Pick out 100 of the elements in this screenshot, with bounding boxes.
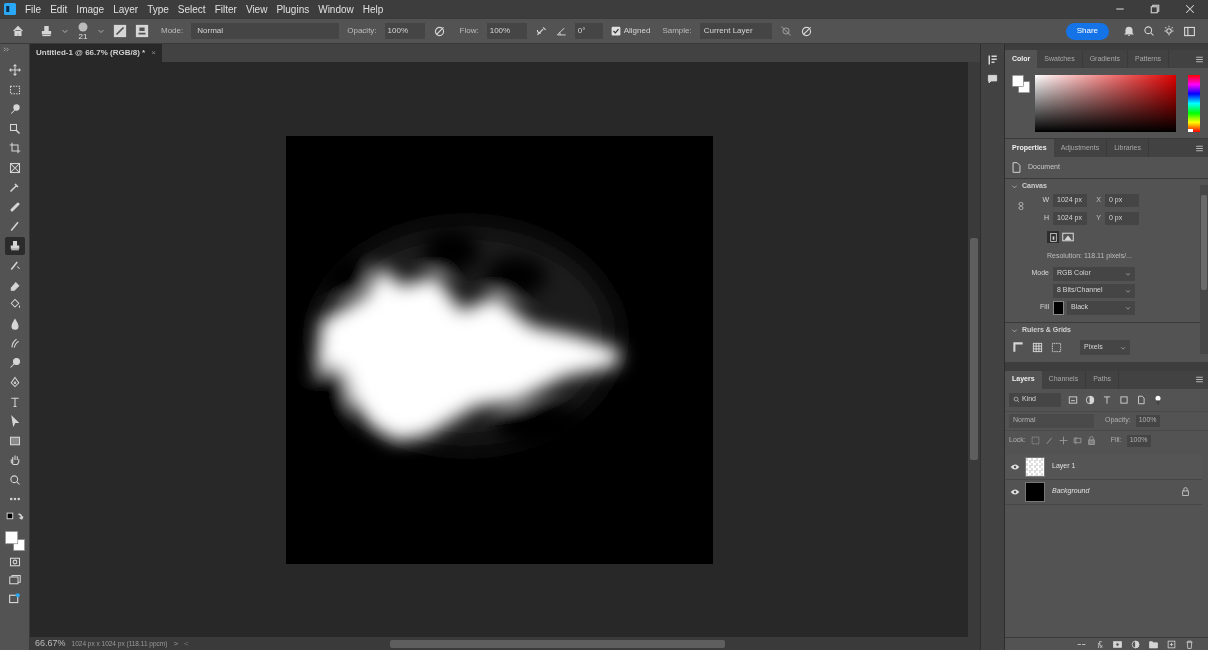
eyedropper-icon	[8, 181, 21, 193]
stamp-icon	[8, 239, 21, 252]
airbrush-icon[interactable]	[534, 24, 548, 38]
angle-icon[interactable]	[555, 25, 567, 37]
app-logo-icon[interactable]	[4, 3, 16, 15]
document-icon	[1011, 162, 1022, 173]
filter-toggle-icon[interactable]	[1153, 394, 1163, 405]
mode-dropdown[interactable]: Normal	[191, 23, 340, 39]
smudge-icon	[8, 337, 21, 349]
sample-label: Sample:	[662, 25, 692, 37]
opacity-field[interactable]: 100%	[384, 23, 425, 39]
flow-label: Flow:	[459, 25, 479, 37]
menu-item[interactable]: Type	[147, 1, 169, 17]
menu-item[interactable]: File	[25, 1, 42, 17]
menu-item[interactable]: Image	[76, 1, 105, 17]
generate-icon[interactable]	[8, 591, 21, 605]
rectangle-icon	[8, 434, 21, 447]
color-swatches-icon[interactable]	[1011, 74, 1031, 94]
checkbox[interactable]	[610, 26, 621, 36]
shape-filter-icon[interactable]	[1119, 394, 1129, 405]
folder-icon[interactable]	[1149, 639, 1158, 649]
scroll-thumb[interactable]	[1201, 195, 1207, 290]
search-icon[interactable]	[1143, 25, 1155, 37]
close-icon[interactable]	[1184, 3, 1196, 15]
menu-item[interactable]: Help	[362, 1, 384, 17]
portrait-button[interactable]	[1047, 231, 1059, 243]
rulers-icon[interactable]	[1013, 342, 1024, 353]
type-filter-icon[interactable]	[1102, 394, 1112, 405]
menu-item[interactable]: Window	[318, 1, 354, 17]
menu-item[interactable]: Layer	[113, 1, 139, 17]
document-title: Untitled-1 @ 66.7% (RGB/8) *	[36, 47, 146, 59]
clone-source-icon[interactable]	[135, 24, 149, 38]
opacity-label: Opacity:	[347, 25, 377, 37]
landscape-icon[interactable]	[1062, 231, 1074, 243]
panel-menu-icon[interactable]	[1195, 375, 1204, 384]
history-brush-icon	[8, 259, 21, 271]
vertical-scrollbar[interactable]	[968, 62, 980, 637]
collapse-icon[interactable]	[3, 46, 10, 53]
status-arrow[interactable]: >	[173, 637, 179, 650]
layer-thumbnail	[1025, 481, 1045, 502]
home-icon[interactable]	[12, 25, 24, 37]
quick-selection-icon	[8, 103, 21, 115]
panel-menu-icon[interactable]	[1195, 143, 1204, 153]
angle-field[interactable]: 0°	[574, 23, 603, 39]
screen-mode-icon[interactable]	[8, 573, 21, 586]
lock-icon[interactable]	[1086, 436, 1096, 445]
lock-position-icon[interactable]	[1058, 436, 1068, 445]
caret-icon	[1125, 304, 1131, 311]
guides-icon[interactable]	[1051, 342, 1062, 353]
object-selection-icon	[8, 122, 21, 135]
quick-mask-icon[interactable]	[8, 555, 21, 568]
color-swatches-icon[interactable]	[3, 529, 26, 552]
bell-icon[interactable]	[1123, 25, 1135, 37]
menu-item[interactable]: Plugins	[276, 1, 310, 17]
stamp-tool[interactable]	[4, 236, 25, 255]
pen-icon	[8, 376, 21, 388]
sample-dropdown[interactable]: Current Layer	[699, 23, 772, 39]
panel-scrollbar[interactable]	[1200, 185, 1208, 354]
mode-label: Mode:	[161, 25, 184, 37]
hue-slider-thumb[interactable]	[1188, 129, 1193, 132]
portrait-icon	[1048, 232, 1058, 242]
zoom-level[interactable]: 66.67%	[35, 636, 66, 650]
color-field[interactable]	[1035, 75, 1176, 132]
scroll-thumb[interactable]	[970, 238, 978, 460]
zoom-icon	[8, 473, 21, 486]
workspace-icon[interactable]	[1183, 24, 1196, 38]
mask-icon[interactable]	[1113, 639, 1122, 649]
dodge-icon	[8, 356, 21, 369]
brush-tip-icon[interactable]	[77, 21, 89, 33]
hue-slider[interactable]	[1188, 75, 1200, 132]
crop-icon	[8, 142, 21, 154]
restore-icon[interactable]	[1149, 3, 1161, 15]
share-button[interactable]: Share	[1065, 22, 1109, 40]
history-panel-icon[interactable]	[986, 54, 999, 66]
document-tab[interactable]: Untitled-1 @ 66.7% (RGB/8) * ×	[30, 44, 162, 62]
menu-item[interactable]: Select	[177, 1, 206, 17]
frame-icon	[8, 161, 21, 174]
adjustment-layer-icon[interactable]	[1131, 639, 1140, 649]
smart-object-filter-icon[interactable]	[1136, 394, 1146, 405]
aligned-label: Aligned	[623, 25, 651, 37]
lightbulb-icon[interactable]	[1163, 25, 1175, 37]
menu-item[interactable]: View	[245, 1, 268, 17]
tab-close-button[interactable]: ×	[151, 47, 156, 59]
menu-item[interactable]: Filter	[214, 1, 237, 17]
stamp-icon[interactable]	[40, 24, 53, 38]
comment-icon[interactable]	[987, 74, 998, 85]
menu-item[interactable]: Edit	[50, 1, 68, 17]
brush-settings-icon[interactable]	[113, 24, 127, 38]
image-filter-icon[interactable]	[1068, 394, 1078, 405]
fx-icon[interactable]	[1095, 639, 1104, 649]
fill-swatch[interactable]	[1053, 300, 1064, 315]
lock-icon[interactable]	[1181, 487, 1190, 496]
adjustment-filter-icon[interactable]	[1085, 394, 1095, 405]
new-layer-icon[interactable]	[1167, 639, 1176, 649]
grid-icon[interactable]	[1032, 342, 1043, 353]
link-icon[interactable]	[1017, 202, 1025, 210]
panel-menu-icon[interactable]	[1195, 54, 1204, 64]
flow-field[interactable]: 100%	[486, 23, 527, 39]
scroll-thumb[interactable]	[389, 639, 725, 648]
trash-icon[interactable]	[1185, 639, 1194, 649]
